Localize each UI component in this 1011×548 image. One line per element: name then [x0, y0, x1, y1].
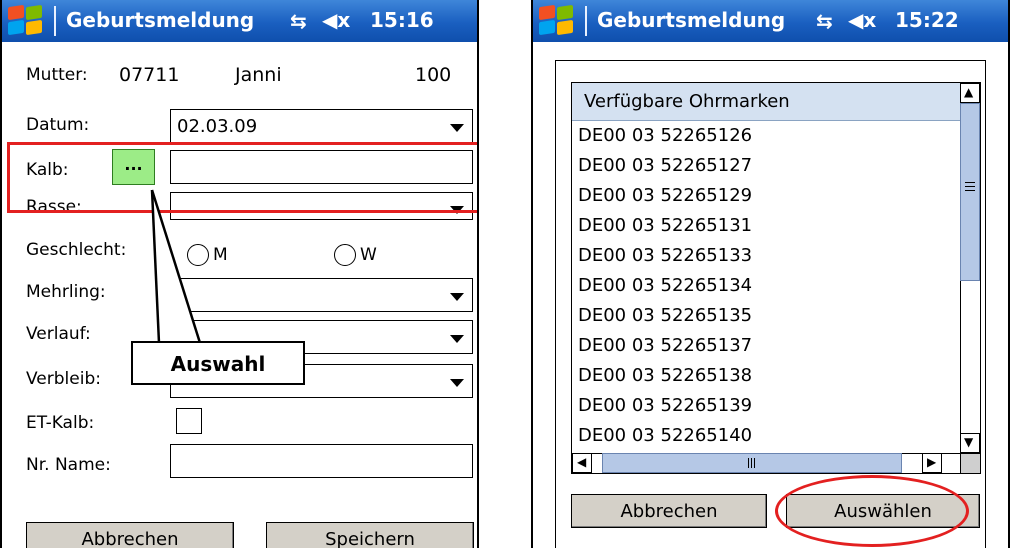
- scroll-left-button[interactable]: ◀: [572, 453, 592, 473]
- highlight-ellipse: [775, 475, 969, 547]
- title-bar: Geburtsmeldung ⇆ ◀x 15:16: [2, 0, 477, 42]
- callout-label: Auswahl: [131, 341, 305, 385]
- date-label: Datum:: [26, 115, 90, 135]
- name-no-label: Nr. Name:: [26, 455, 111, 475]
- ear-tag-list[interactable]: Verfügbare Ohrmarken DE00 03 52265126 DE0…: [571, 82, 981, 474]
- horizontal-scrollbar[interactable]: ◀ ▶: [572, 453, 962, 473]
- window-title: Geburtsmeldung: [597, 8, 786, 32]
- list-item[interactable]: DE00 03 52265129: [572, 181, 962, 211]
- scroll-up-button[interactable]: ▲: [960, 83, 980, 103]
- chevron-down-icon: [450, 124, 464, 132]
- scroll-down-button[interactable]: ▼: [960, 433, 980, 453]
- multiple-label: Mehrling:: [26, 282, 106, 302]
- scroll-right-icon: ▶: [927, 455, 937, 469]
- list-header[interactable]: Verfügbare Ohrmarken: [572, 83, 962, 121]
- volume-icon[interactable]: ◀x: [848, 8, 876, 32]
- sex-option-w: W: [360, 245, 377, 265]
- save-button[interactable]: Speichern: [266, 522, 474, 548]
- list-item[interactable]: DE00 03 52265131: [572, 211, 962, 241]
- chevron-down-icon: [450, 335, 464, 343]
- multiple-dropdown[interactable]: [170, 278, 473, 312]
- title-separator: [54, 6, 56, 36]
- list-item[interactable]: DE00 03 52265126: [572, 121, 962, 151]
- vertical-scroll-thumb[interactable]: [960, 103, 980, 281]
- volume-icon[interactable]: ◀x: [322, 8, 350, 32]
- list-item[interactable]: DE00 03 52265135: [572, 301, 962, 331]
- clock[interactable]: 15:22: [895, 8, 959, 32]
- sex-label: Geschlecht:: [26, 240, 127, 260]
- connectivity-icon[interactable]: ⇆: [816, 9, 833, 33]
- list-item[interactable]: DE00 03 52265140: [572, 421, 962, 451]
- chevron-down-icon: [450, 379, 464, 387]
- list-item[interactable]: DE00 03 52265138: [572, 361, 962, 391]
- sex-option-m: M: [213, 245, 228, 265]
- name-no-input[interactable]: [170, 444, 473, 478]
- scroll-right-button[interactable]: ▶: [922, 453, 942, 473]
- cancel-button[interactable]: Abbrechen: [571, 494, 767, 528]
- scroll-left-icon: ◀: [577, 455, 587, 469]
- ear-tag-selection-screen: Geburtsmeldung ⇆ ◀x 15:22 Verfügbare Ohr…: [531, 0, 1010, 548]
- et-calf-label: ET-Kalb:: [26, 413, 95, 433]
- title-bar: Geburtsmeldung ⇆ ◀x 15:22: [533, 0, 1008, 42]
- scroll-down-icon: ▼: [964, 435, 974, 449]
- connectivity-icon[interactable]: ⇆: [290, 9, 307, 33]
- date-dropdown[interactable]: 02.03.09: [170, 109, 473, 143]
- vertical-scrollbar[interactable]: ▲ ▼: [960, 83, 980, 453]
- scroll-corner: [960, 453, 980, 473]
- horizontal-scroll-thumb[interactable]: [602, 453, 902, 473]
- chevron-down-icon: [450, 293, 464, 301]
- list-item[interactable]: DE00 03 52265139: [572, 391, 962, 421]
- list-item[interactable]: DE00 03 52265137: [572, 331, 962, 361]
- mother-value: 100: [415, 64, 452, 86]
- date-value: 02.03.09: [177, 116, 258, 137]
- et-calf-checkbox[interactable]: [176, 408, 202, 434]
- list-item[interactable]: DE00 03 52265133: [572, 241, 962, 271]
- mother-label: Mutter:: [26, 65, 88, 85]
- mother-number: 07711: [119, 64, 180, 86]
- sex-radio-w[interactable]: [334, 244, 356, 266]
- birth-report-form-screen: Geburtsmeldung ⇆ ◀x 15:16 Mutter: 07711 …: [0, 0, 479, 548]
- sex-radio-m[interactable]: [187, 244, 209, 266]
- grip-icon: [748, 458, 749, 468]
- windows-start-icon[interactable]: [539, 4, 577, 36]
- list-item[interactable]: DE00 03 52265134: [572, 271, 962, 301]
- windows-start-icon[interactable]: [8, 4, 46, 36]
- whereabouts-label: Verbleib:: [26, 369, 101, 389]
- course-label: Verlauf:: [26, 324, 91, 344]
- grip-icon: [965, 182, 975, 183]
- highlight-rectangle: [7, 142, 477, 213]
- clock[interactable]: 15:16: [370, 8, 434, 32]
- window-title: Geburtsmeldung: [66, 8, 255, 32]
- cancel-button[interactable]: Abbrechen: [26, 522, 234, 548]
- list-rows: DE00 03 52265126 DE00 03 52265127 DE00 03 …: [572, 121, 962, 451]
- mother-name: Janni: [235, 64, 282, 86]
- scroll-up-icon: ▲: [964, 85, 974, 99]
- list-item[interactable]: DE00 03 52265127: [572, 151, 962, 181]
- title-separator: [585, 6, 587, 36]
